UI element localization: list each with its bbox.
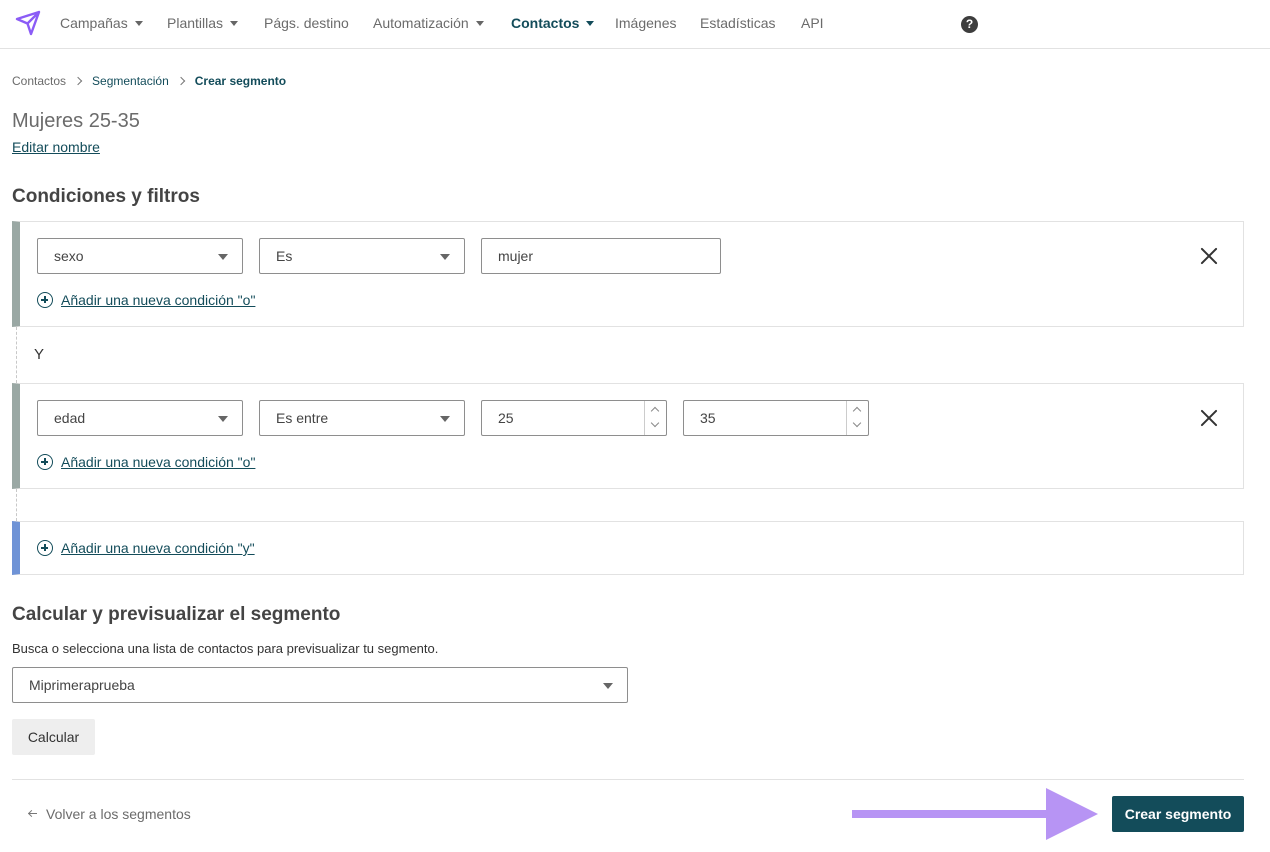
condition-group: edad Es entre 25 35 Añadir una nueva con… (12, 383, 1244, 489)
dropdown-arrow-icon (603, 683, 613, 689)
min-value-stepper[interactable]: 25 (481, 400, 667, 436)
back-to-segments-link[interactable]: Volver a los segmentos (28, 806, 191, 822)
chevron-down-icon (475, 21, 484, 26)
calculate-button[interactable]: Calcular (12, 719, 95, 755)
chevron-right-icon (176, 76, 185, 86)
segment-name: Mujeres 25-35 (12, 110, 140, 132)
nav-estadisticas[interactable]: Estadísticas (700, 15, 775, 31)
top-navigation: Campañas Plantillas Págs. destino Automa… (0, 0, 1270, 49)
edit-name-link[interactable]: Editar nombre (12, 139, 100, 155)
contact-list-select[interactable]: Miprimeraprueba (12, 667, 628, 703)
add-and-group: Añadir una nueva condición "y" (12, 521, 1244, 575)
dropdown-arrow-icon (218, 254, 228, 260)
nav-pags-destino[interactable]: Págs. destino (264, 15, 349, 31)
operator-select[interactable]: Es entre (259, 400, 465, 436)
conditions-title: Condiciones y filtros (12, 186, 200, 207)
value-input[interactable]: mujer (481, 238, 721, 274)
chevron-up-icon (650, 406, 660, 416)
dropdown-arrow-icon (440, 254, 450, 260)
dropdown-arrow-icon (218, 416, 228, 422)
nav-campanas[interactable]: Campañas (60, 15, 143, 31)
nav-api[interactable]: API (801, 15, 824, 31)
nav-plantillas[interactable]: Plantillas (167, 15, 239, 31)
number-spinner[interactable] (644, 401, 666, 435)
plus-circle-icon (37, 292, 53, 308)
close-icon[interactable] (1199, 408, 1219, 428)
and-connector (16, 327, 17, 383)
chevron-down-icon (650, 418, 660, 428)
breadcrumb-current: Crear segmento (194, 74, 287, 88)
chevron-right-icon (73, 76, 83, 86)
breadcrumb-segmentacion[interactable]: Segmentación (92, 74, 169, 88)
close-icon[interactable] (1199, 246, 1219, 266)
nav-automatizacion[interactable]: Automatización (373, 15, 484, 31)
field-select[interactable]: sexo (37, 238, 243, 274)
preview-description: Busca o selecciona una lista de contacto… (12, 641, 439, 656)
arrow-left-icon (28, 809, 38, 819)
plus-circle-icon (37, 454, 53, 470)
and-connector (16, 489, 17, 521)
field-select[interactable]: edad (37, 400, 243, 436)
chevron-up-icon (852, 406, 862, 416)
breadcrumb: Contactos Segmentación Crear segmento (12, 74, 286, 88)
operator-select[interactable]: Es (259, 238, 465, 274)
send-logo-icon[interactable] (14, 9, 42, 37)
breadcrumb-contactos[interactable]: Contactos (12, 74, 66, 88)
chevron-down-icon (134, 21, 143, 26)
plus-circle-icon (37, 540, 53, 556)
and-label: Y (34, 346, 45, 363)
divider (12, 779, 1244, 780)
number-spinner[interactable] (846, 401, 868, 435)
add-and-condition-link[interactable]: Añadir una nueva condición "y" (37, 540, 255, 556)
condition-group: sexo Es mujer Añadir una nueva condición… (12, 221, 1244, 327)
create-segment-button[interactable]: Crear segmento (1112, 796, 1244, 832)
annotation-arrow-icon (852, 788, 1098, 840)
preview-title: Calcular y previsualizar el segmento (12, 604, 341, 625)
help-icon[interactable]: ? (961, 16, 978, 33)
add-or-condition-link[interactable]: Añadir una nueva condición "o" (37, 292, 255, 308)
chevron-down-icon (586, 21, 595, 26)
nav-contactos[interactable]: Contactos (511, 15, 595, 31)
add-or-condition-link[interactable]: Añadir una nueva condición "o" (37, 454, 255, 470)
max-value-stepper[interactable]: 35 (683, 400, 869, 436)
chevron-down-icon (852, 418, 862, 428)
dropdown-arrow-icon (440, 416, 450, 422)
nav-imagenes[interactable]: Imágenes (615, 15, 676, 31)
chevron-down-icon (230, 21, 239, 26)
